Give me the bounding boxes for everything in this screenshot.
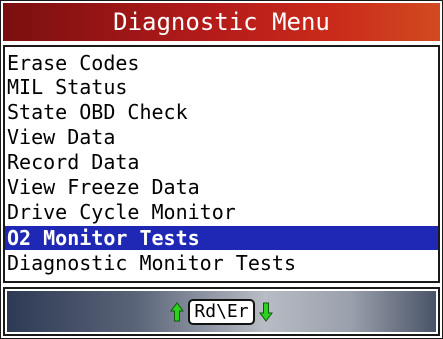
menu-item-o2-monitor-tests[interactable]: O2 Monitor Tests (5, 226, 438, 250)
diagnostic-menu-list: Erase Codes MIL Status State OBD Check V… (3, 45, 440, 283)
navigation-controls: Rd\Er (7, 291, 436, 332)
menu-item-view-freeze-data[interactable]: View Freeze Data (5, 175, 438, 199)
menu-item-state-obd-check[interactable]: State OBD Check (5, 100, 438, 124)
device-screen: Diagnostic Menu Erase Codes MIL Status S… (0, 0, 443, 339)
menu-item-view-data[interactable]: View Data (5, 125, 438, 149)
menu-item-erase-codes[interactable]: Erase Codes (5, 51, 438, 75)
navigation-bar-background: Rd\Er (7, 291, 436, 332)
menu-item-drive-cycle-monitor[interactable]: Drive Cycle Monitor (5, 200, 438, 224)
read-erase-key[interactable]: Rd\Er (188, 298, 255, 325)
up-arrow-icon[interactable] (170, 301, 185, 322)
menu-item-mil-status[interactable]: MIL Status (5, 75, 438, 99)
down-arrow-icon[interactable] (258, 302, 273, 322)
menu-item-record-data[interactable]: Record Data (5, 150, 438, 174)
menu-title: Diagnostic Menu (3, 3, 440, 41)
menu-item-diagnostic-monitor-tests[interactable]: Diagnostic Monitor Tests (5, 251, 438, 275)
navigation-bar: Rd\Er (3, 287, 440, 336)
